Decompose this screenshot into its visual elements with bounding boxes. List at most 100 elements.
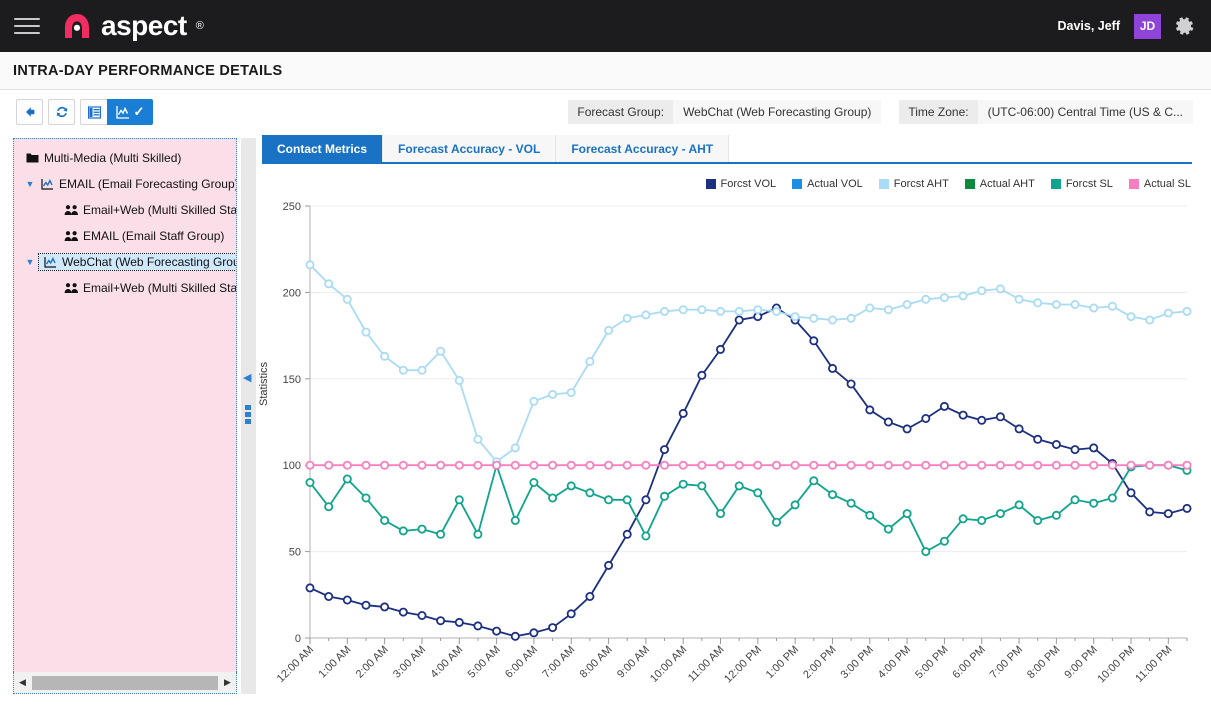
- data-point[interactable]: [642, 462, 649, 469]
- tree-node-0[interactable]: Multi-Media (Multi Skilled): [14, 145, 236, 171]
- data-point[interactable]: [866, 462, 873, 469]
- tree-node-2[interactable]: Email+Web (Multi Skilled Staff Gro: [14, 197, 236, 223]
- data-point[interactable]: [474, 531, 481, 538]
- forecast-group-field[interactable]: Forecast Group: WebChat (Web Forecasting…: [568, 100, 881, 124]
- data-point[interactable]: [1146, 316, 1153, 323]
- data-point[interactable]: [344, 462, 351, 469]
- data-point[interactable]: [661, 462, 668, 469]
- data-point[interactable]: [437, 348, 444, 355]
- data-point[interactable]: [773, 519, 780, 526]
- data-point[interactable]: [1071, 446, 1078, 453]
- data-point[interactable]: [661, 446, 668, 453]
- data-point[interactable]: [829, 491, 836, 498]
- data-point[interactable]: [418, 612, 425, 619]
- data-point[interactable]: [362, 462, 369, 469]
- data-point[interactable]: [437, 462, 444, 469]
- scroll-right-icon[interactable]: ▶: [219, 677, 236, 688]
- data-point[interactable]: [605, 462, 612, 469]
- data-point[interactable]: [680, 410, 687, 417]
- data-point[interactable]: [437, 617, 444, 624]
- data-point[interactable]: [941, 403, 948, 410]
- data-point[interactable]: [810, 315, 817, 322]
- data-point[interactable]: [698, 372, 705, 379]
- data-point[interactable]: [1109, 494, 1116, 501]
- data-point[interactable]: [978, 462, 985, 469]
- data-point[interactable]: [549, 624, 556, 631]
- data-point[interactable]: [1034, 462, 1041, 469]
- back-button[interactable]: [16, 99, 43, 125]
- data-point[interactable]: [344, 596, 351, 603]
- data-point[interactable]: [512, 517, 519, 524]
- data-point[interactable]: [1183, 308, 1190, 315]
- data-point[interactable]: [568, 610, 575, 617]
- data-point[interactable]: [717, 308, 724, 315]
- data-point[interactable]: [1034, 299, 1041, 306]
- collapse-left-icon[interactable]: ◀: [243, 371, 251, 384]
- data-point[interactable]: [792, 462, 799, 469]
- data-point[interactable]: [848, 462, 855, 469]
- data-point[interactable]: [306, 479, 313, 486]
- refresh-button[interactable]: [48, 99, 75, 125]
- grid-view-button[interactable]: [80, 99, 107, 125]
- data-point[interactable]: [605, 562, 612, 569]
- data-point[interactable]: [717, 346, 724, 353]
- data-point[interactable]: [848, 500, 855, 507]
- tab-forecast-accuracy-vol[interactable]: Forecast Accuracy - VOL: [383, 135, 556, 162]
- data-point[interactable]: [493, 462, 500, 469]
- tree-node-1[interactable]: ▼EMAIL (Email Forecasting Group): [14, 171, 236, 197]
- data-point[interactable]: [698, 462, 705, 469]
- data-point[interactable]: [1109, 303, 1116, 310]
- data-point[interactable]: [474, 622, 481, 629]
- data-point[interactable]: [1071, 301, 1078, 308]
- data-point[interactable]: [325, 462, 332, 469]
- gear-icon[interactable]: [1175, 16, 1195, 36]
- data-point[interactable]: [904, 462, 911, 469]
- data-point[interactable]: [1109, 462, 1116, 469]
- data-point[interactable]: [866, 512, 873, 519]
- data-point[interactable]: [325, 280, 332, 287]
- data-point[interactable]: [1016, 296, 1023, 303]
- data-point[interactable]: [680, 306, 687, 313]
- data-point[interactable]: [848, 380, 855, 387]
- data-point[interactable]: [1053, 301, 1060, 308]
- data-point[interactable]: [418, 526, 425, 533]
- data-point[interactable]: [810, 477, 817, 484]
- data-point[interactable]: [904, 510, 911, 517]
- data-point[interactable]: [1071, 496, 1078, 503]
- data-point[interactable]: [941, 462, 948, 469]
- data-point[interactable]: [456, 377, 463, 384]
- data-point[interactable]: [306, 261, 313, 268]
- data-point[interactable]: [1071, 462, 1078, 469]
- tab-forecast-accuracy-aht[interactable]: Forecast Accuracy - AHT: [556, 135, 729, 162]
- data-point[interactable]: [829, 462, 836, 469]
- data-point[interactable]: [456, 619, 463, 626]
- data-point[interactable]: [549, 391, 556, 398]
- data-point[interactable]: [381, 462, 388, 469]
- data-point[interactable]: [381, 603, 388, 610]
- data-point[interactable]: [885, 462, 892, 469]
- data-point[interactable]: [960, 292, 967, 299]
- data-point[interactable]: [866, 304, 873, 311]
- data-point[interactable]: [530, 398, 537, 405]
- data-point[interactable]: [1016, 501, 1023, 508]
- data-point[interactable]: [773, 462, 780, 469]
- data-point[interactable]: [418, 367, 425, 374]
- data-point[interactable]: [941, 294, 948, 301]
- data-point[interactable]: [1127, 313, 1134, 320]
- forecast-group-tree[interactable]: Multi-Media (Multi Skilled)▼EMAIL (Email…: [13, 138, 237, 694]
- data-point[interactable]: [661, 308, 668, 315]
- tree-node-5[interactable]: Email+Web (Multi Skilled Staff Gro: [14, 275, 236, 301]
- data-point[interactable]: [1016, 425, 1023, 432]
- data-point[interactable]: [960, 462, 967, 469]
- data-point[interactable]: [605, 327, 612, 334]
- chevron-down-icon[interactable]: ▼: [22, 257, 38, 267]
- data-point[interactable]: [586, 593, 593, 600]
- tree-node-3[interactable]: EMAIL (Email Staff Group): [14, 223, 236, 249]
- data-point[interactable]: [922, 296, 929, 303]
- data-point[interactable]: [773, 308, 780, 315]
- data-point[interactable]: [810, 337, 817, 344]
- data-point[interactable]: [586, 462, 593, 469]
- data-point[interactable]: [568, 389, 575, 396]
- chevron-down-icon[interactable]: ▼: [22, 179, 38, 189]
- data-point[interactable]: [680, 462, 687, 469]
